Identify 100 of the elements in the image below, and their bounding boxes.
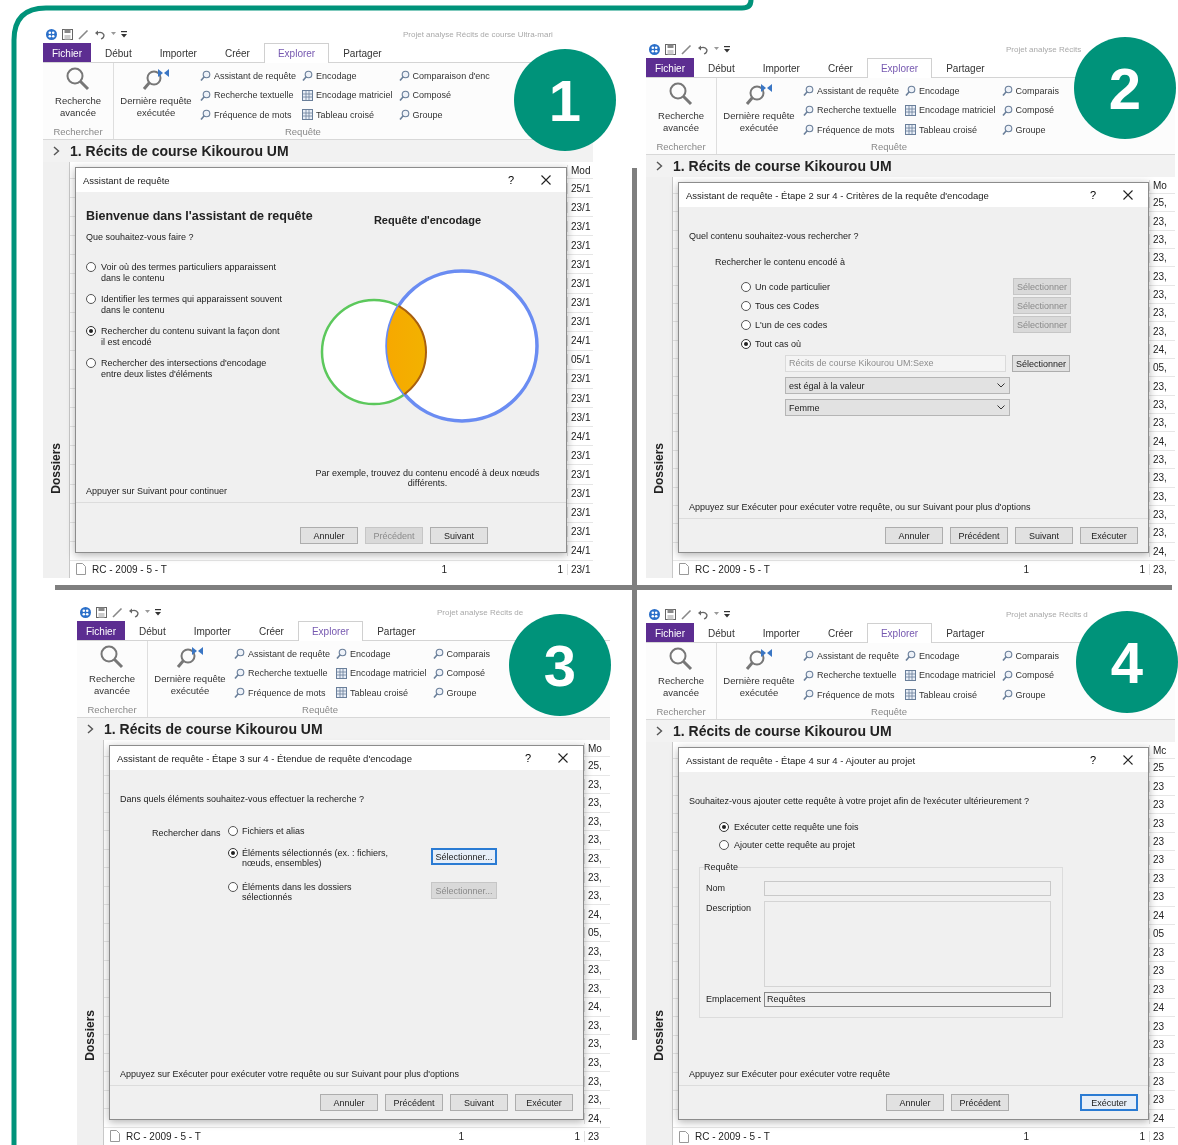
select-button[interactable]: Sélectionner xyxy=(1012,355,1070,372)
ribbon-button[interactable]: Dernière requête exécutée xyxy=(717,81,801,134)
dialog-button[interactable]: Précédent xyxy=(385,1094,443,1111)
ribbon-button[interactable]: Dernière requête exécutée xyxy=(114,66,198,119)
ribbon-button[interactable]: Recherche textuelle xyxy=(801,100,899,120)
help-button[interactable]: ? xyxy=(496,173,526,187)
ribbon-button[interactable]: Fréquence de mots xyxy=(232,683,328,703)
ribbon-button[interactable]: Recherche avancée xyxy=(646,81,716,134)
ribbon-tab[interactable]: Partager xyxy=(932,58,999,77)
ribbon-button[interactable]: Comparaison d'enc xyxy=(396,66,492,86)
ribbon-button[interactable]: Recherche avancée xyxy=(43,66,113,119)
chevron-icon[interactable] xyxy=(656,726,663,736)
pen-icon[interactable] xyxy=(681,608,692,620)
dialog-button[interactable]: Exécuter xyxy=(515,1094,573,1111)
dialog-button[interactable]: Exécuter xyxy=(1080,1094,1138,1111)
radio-label[interactable]: Identifier les termes qui apparaissent souvent dans le contenu xyxy=(101,294,283,315)
ribbon-button[interactable]: Comparais xyxy=(999,646,1062,666)
ribbon-button[interactable]: Recherche textuelle xyxy=(198,85,296,105)
radio-button[interactable] xyxy=(86,262,96,272)
ribbon-tab[interactable]: Début xyxy=(91,43,146,62)
ribbon-button[interactable]: Dernière requête exécutée xyxy=(717,646,801,699)
undo-icon[interactable] xyxy=(94,28,106,40)
radio-label[interactable]: Tous ces Codes xyxy=(755,300,820,311)
ribbon-button[interactable]: Assistant de requête xyxy=(801,646,902,666)
ribbon-tab[interactable]: Explorer xyxy=(866,623,933,643)
operator-dropdown[interactable]: est égal à la valeur xyxy=(785,377,1010,394)
ribbon-tab[interactable]: Créer xyxy=(813,623,867,642)
dialog-button[interactable]: Annuler xyxy=(300,527,358,544)
ribbon-button[interactable]: Composé xyxy=(430,663,488,683)
dialog-button[interactable]: Suivant xyxy=(430,527,488,544)
ribbon-tab[interactable]: Créer xyxy=(244,621,298,640)
ribbon-button[interactable]: Recherche avancée xyxy=(646,646,716,699)
ribbon-tab[interactable]: Importer xyxy=(179,621,245,640)
caret-icon[interactable] xyxy=(714,612,719,616)
chevron-icon[interactable] xyxy=(87,724,94,734)
ribbon-button[interactable]: Composé xyxy=(396,85,454,105)
ribbon-button[interactable]: Fréquence de mots xyxy=(801,685,897,705)
radio-label[interactable]: Rechercher du contenu suivant la façon dont il est encodé xyxy=(101,326,283,347)
save-icon[interactable] xyxy=(96,606,107,618)
undo-icon[interactable] xyxy=(697,43,709,55)
radio-label[interactable]: Fichiers et alias xyxy=(242,826,402,836)
customize-icon[interactable] xyxy=(724,45,730,53)
dialog-button[interactable]: Annuler xyxy=(885,527,943,544)
ribbon-tab[interactable]: Début xyxy=(694,623,749,642)
radio-button[interactable] xyxy=(228,826,238,836)
app-icon[interactable] xyxy=(649,608,660,620)
ribbon-tab[interactable]: Début xyxy=(694,58,749,77)
radio-label[interactable]: Ajouter cette requête au projet xyxy=(734,840,856,850)
app-icon[interactable] xyxy=(649,43,660,55)
ribbon-tab[interactable]: Importer xyxy=(748,623,814,642)
app-icon[interactable] xyxy=(46,28,57,40)
ribbon-button[interactable]: Groupe xyxy=(396,105,445,125)
ribbon-button[interactable]: Recherche avancée xyxy=(77,644,147,697)
pen-icon[interactable] xyxy=(681,43,692,55)
ribbon-button[interactable]: Encodage matriciel xyxy=(903,665,998,685)
ribbon-tab[interactable]: Partager xyxy=(329,43,396,62)
radio-label[interactable]: Voir où des termes particuliers apparaissent dans le contenu xyxy=(101,262,283,283)
ribbon-tab[interactable]: Partager xyxy=(363,621,430,640)
chevron-icon[interactable] xyxy=(656,161,663,171)
radio-label[interactable]: Rechercher des intersections d'encodage entre deux listes d'éléments xyxy=(101,358,283,379)
save-icon[interactable] xyxy=(665,608,676,620)
radio-button[interactable] xyxy=(741,300,751,311)
radio-label[interactable]: Exécuter cette requête une fois xyxy=(734,822,859,832)
ribbon-tab[interactable]: Explorer xyxy=(263,43,330,63)
ribbon-button[interactable]: Comparais xyxy=(999,81,1062,101)
radio-button[interactable] xyxy=(719,840,729,850)
radio-button[interactable] xyxy=(719,822,729,832)
save-icon[interactable] xyxy=(62,28,73,40)
radio-label[interactable]: L'un de ces codes xyxy=(755,319,828,330)
pen-icon[interactable] xyxy=(78,28,89,40)
radio-button[interactable] xyxy=(741,338,751,349)
dialog-button[interactable]: Précédent xyxy=(950,527,1008,544)
radio-label[interactable]: Éléments sélectionnés (ex. : fichiers, nœuds, ensembles) xyxy=(242,848,402,868)
ribbon-button[interactable]: Encodage xyxy=(903,646,962,666)
ribbon-button[interactable]: Encodage xyxy=(300,66,359,86)
dialog-button[interactable]: Suivant xyxy=(1015,527,1073,544)
ribbon-tab[interactable]: Fichier xyxy=(646,623,694,642)
radio-label[interactable]: Tout cas où xyxy=(755,338,802,349)
value-dropdown[interactable]: Femme xyxy=(785,399,1010,416)
dialog-button[interactable]: Exécuter xyxy=(1080,527,1138,544)
ribbon-tab[interactable]: Fichier xyxy=(646,58,694,77)
ribbon-tab[interactable]: Partager xyxy=(932,623,999,642)
ribbon-tab[interactable]: Créer xyxy=(813,58,867,77)
undo-icon[interactable] xyxy=(128,606,140,618)
ribbon-tab[interactable]: Explorer xyxy=(297,621,364,641)
dialog-button[interactable]: Annuler xyxy=(320,1094,378,1111)
app-icon[interactable] xyxy=(80,606,91,618)
ribbon-button[interactable]: Encodage matriciel xyxy=(300,85,395,105)
save-icon[interactable] xyxy=(665,43,676,55)
ribbon-button[interactable]: Encodage xyxy=(334,644,393,664)
radio-button[interactable] xyxy=(741,281,751,292)
ribbon-button[interactable]: Fréquence de mots xyxy=(198,105,294,125)
radio-button[interactable] xyxy=(86,358,96,368)
ribbon-button[interactable]: Encodage xyxy=(903,81,962,101)
ribbon-tab[interactable]: Fichier xyxy=(43,43,91,62)
dialog-button[interactable]: Suivant xyxy=(450,1094,508,1111)
ribbon-tab[interactable]: Fichier xyxy=(77,621,125,640)
ribbon-button[interactable]: Assistant de requête xyxy=(198,66,299,86)
dialog-button[interactable]: Précédent xyxy=(951,1094,1009,1111)
select-button[interactable]: Sélectionner... xyxy=(431,848,497,865)
